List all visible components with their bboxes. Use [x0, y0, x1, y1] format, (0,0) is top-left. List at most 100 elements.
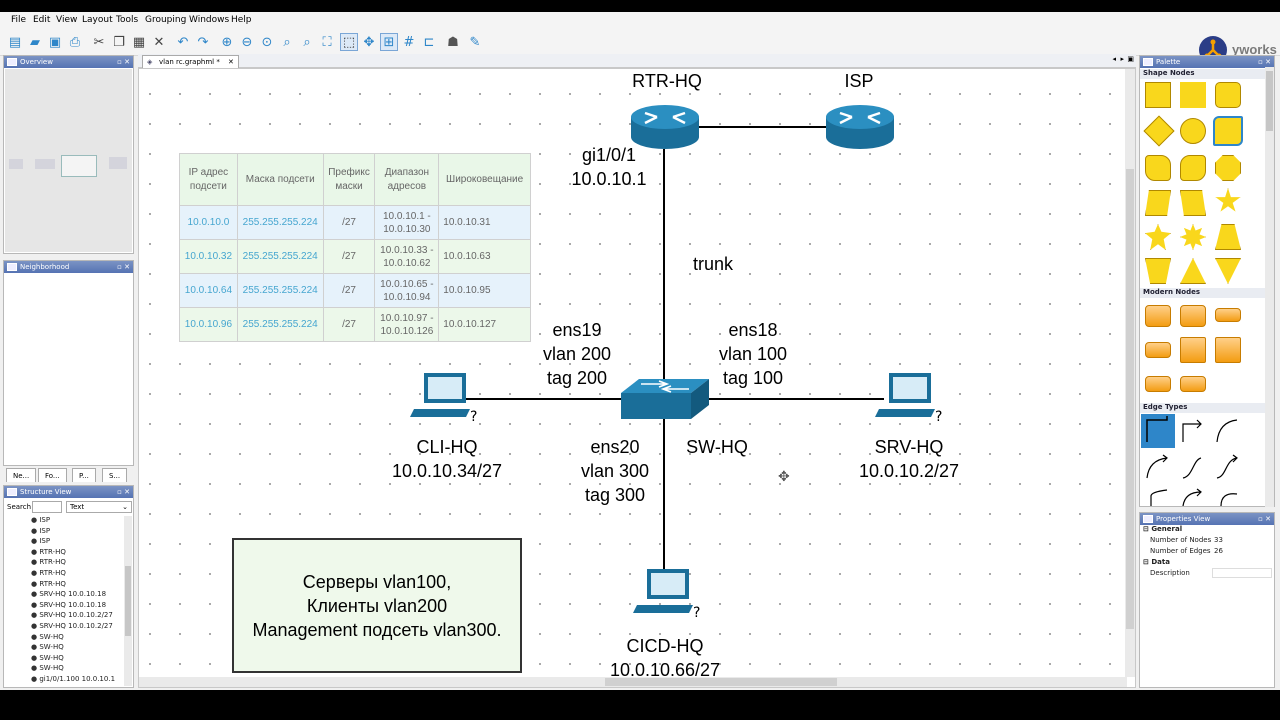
panel-controls-icon[interactable]: ▫ ✕: [1258, 513, 1271, 525]
vlan-note[interactable]: Серверы vlan100, Клиенты vlan200 Managem…: [232, 538, 522, 673]
structure-tree-item[interactable]: ● ISP: [31, 537, 50, 545]
structure-tree-item[interactable]: ● SRV-HQ 10.0.10.18: [31, 590, 106, 598]
canvas-horizontal-scrollbar[interactable]: [139, 677, 1127, 687]
canvas-vertical-scrollbar[interactable]: [1125, 69, 1135, 677]
structure-tree-item[interactable]: ● SW-HQ: [31, 633, 64, 641]
structure-tree-item[interactable]: ● ISP: [31, 516, 50, 524]
panel-controls-icon[interactable]: ▫ ✕: [117, 486, 130, 498]
zoom-in-icon[interactable]: ⊕: [218, 33, 236, 51]
structure-tree-item[interactable]: ● SRV-HQ 10.0.10.2/27: [31, 611, 113, 619]
structure-tree-item[interactable]: ● SW-HQ: [31, 643, 64, 651]
shape-rectangle[interactable]: [1145, 82, 1171, 108]
shape-parallelogram[interactable]: [1145, 155, 1171, 181]
overview-canvas[interactable]: [5, 69, 132, 252]
palette-section-modern-nodes[interactable]: Modern Nodes: [1140, 288, 1274, 298]
undo-icon[interactable]: ↶: [174, 33, 192, 51]
zoom-fit-icon[interactable]: ⌕: [278, 33, 296, 51]
tab-list-icon[interactable]: ▣: [1127, 55, 1134, 63]
paste-icon[interactable]: ▦: [130, 33, 148, 51]
section-data[interactable]: ⊟ Data: [1143, 558, 1170, 566]
node-label-cicd-hq[interactable]: CICD-HQ: [585, 634, 745, 658]
subnet-table[interactable]: IP адрес подсети Маска подсети Префикс м…: [179, 153, 531, 342]
fit-content-icon[interactable]: ⛶: [318, 33, 336, 51]
menu-view[interactable]: View: [56, 15, 77, 25]
cut-icon[interactable]: ✂: [90, 33, 108, 51]
palette-section-shape-nodes[interactable]: Shape Nodes: [1140, 69, 1274, 79]
overview-viewport[interactable]: [61, 155, 97, 177]
structure-tree-item[interactable]: ● ISP: [31, 527, 50, 535]
panel-controls-icon[interactable]: ▫ ✕: [117, 56, 130, 68]
shape-trapezoid-2[interactable]: [1180, 190, 1206, 216]
node-label-cli-hq[interactable]: CLI-HQ: [367, 435, 527, 459]
modern-node[interactable]: [1145, 305, 1171, 327]
structure-tree-item[interactable]: ● SRV-HQ 10.0.10.2/27: [31, 622, 113, 630]
scroll-thumb[interactable]: [125, 566, 131, 636]
modern-node[interactable]: [1215, 308, 1241, 322]
scroll-thumb[interactable]: [605, 678, 837, 686]
shape-octagon[interactable]: [1215, 155, 1241, 181]
orthogonal-edges-icon[interactable]: ⊏: [420, 33, 438, 51]
menu-tools[interactable]: Tools: [116, 15, 138, 25]
copy-icon[interactable]: ❐: [110, 33, 128, 51]
tab-scroll-right-icon[interactable]: ▸: [1120, 55, 1124, 63]
switch-icon[interactable]: [619, 375, 711, 425]
zoom-out-icon[interactable]: ⊖: [238, 33, 256, 51]
structure-tree-item[interactable]: ● RTR-HQ: [31, 548, 66, 556]
structure-tree-item[interactable]: ● SW-HQ: [31, 664, 64, 672]
layout-icon[interactable]: ☗: [444, 33, 462, 51]
palette-section-edge-types[interactable]: Edge Types: [1140, 403, 1274, 413]
description-field[interactable]: [1212, 568, 1272, 578]
graph-canvas[interactable]: ? ? ? RTR-HQ ISP gi1/0/1 10.0.10.1 trunk…: [138, 68, 1136, 688]
open-folder-icon[interactable]: ▰: [26, 33, 44, 51]
new-document-icon[interactable]: ▤: [6, 33, 24, 51]
dock-tab-neighborhood[interactable]: Ne...: [6, 468, 37, 482]
scroll-thumb[interactable]: [1266, 71, 1273, 131]
shape-trapezoid[interactable]: [1145, 190, 1171, 216]
dock-tab-palette[interactable]: P...: [72, 468, 96, 482]
menu-file[interactable]: File: [11, 15, 26, 25]
redo-icon[interactable]: ↷: [194, 33, 212, 51]
panel-controls-icon[interactable]: ▫ ✕: [117, 261, 130, 273]
modern-node[interactable]: [1180, 305, 1206, 327]
palette-scrollbar[interactable]: [1265, 67, 1274, 507]
zoom-selection-icon[interactable]: ⌕: [298, 33, 316, 51]
edit-mode-icon[interactable]: ⬚: [340, 33, 358, 51]
menu-help[interactable]: Help: [231, 15, 252, 25]
snapping-icon[interactable]: ⊞: [380, 33, 398, 51]
modern-node[interactable]: [1145, 376, 1171, 392]
structure-tree-item[interactable]: ● RTR-HQ: [31, 558, 66, 566]
modern-node[interactable]: [1180, 376, 1206, 392]
magic-wand-icon[interactable]: ✎: [466, 33, 484, 51]
structure-scrollbar[interactable]: [124, 516, 132, 686]
shape-ellipse[interactable]: [1180, 118, 1206, 144]
menu-edit[interactable]: Edit: [33, 15, 50, 25]
shape-rounded-rectangle[interactable]: [1215, 82, 1241, 108]
menu-layout[interactable]: Layout: [82, 15, 113, 25]
section-general[interactable]: ⊟ General: [1143, 525, 1182, 533]
structure-tree-item[interactable]: ● RTR-HQ: [31, 569, 66, 577]
document-tab[interactable]: ◈ vlan rc.graphml * ✕: [142, 55, 239, 68]
save-icon[interactable]: ▣: [46, 33, 64, 51]
shape-rectangle-flat[interactable]: [1180, 82, 1206, 108]
structure-tree-item[interactable]: ● gi1/0/1.100 10.0.10.1: [31, 675, 115, 683]
search-input[interactable]: [32, 501, 62, 513]
print-icon[interactable]: ⎙: [66, 33, 84, 51]
modern-node[interactable]: [1145, 342, 1171, 358]
modern-node[interactable]: [1180, 337, 1206, 363]
edge-types-grid[interactable]: [1141, 414, 1265, 506]
scroll-thumb[interactable]: [1126, 169, 1134, 629]
node-label-srv-hq[interactable]: SRV-HQ: [839, 435, 979, 459]
structure-tree-item[interactable]: ● SRV-HQ 10.0.10.18: [31, 601, 106, 609]
node-label-sw-hq[interactable]: SW-HQ: [667, 435, 767, 459]
dock-tab-structure[interactable]: S...: [102, 468, 128, 482]
workstation-icon[interactable]: ?: [633, 567, 705, 627]
search-mode-select[interactable]: Text ⌄: [66, 501, 132, 513]
node-label-isp[interactable]: ISP: [809, 69, 909, 93]
move-icon[interactable]: ✥: [360, 33, 378, 51]
structure-tree-item[interactable]: ● SW-HQ: [31, 654, 64, 662]
grid-icon[interactable]: #: [400, 33, 418, 51]
structure-tree-item[interactable]: ● RTR-HQ: [31, 580, 66, 588]
menu-grouping[interactable]: Grouping: [145, 15, 186, 25]
router-icon[interactable]: [824, 103, 896, 153]
node-label-rtr-hq[interactable]: RTR-HQ: [617, 69, 717, 93]
